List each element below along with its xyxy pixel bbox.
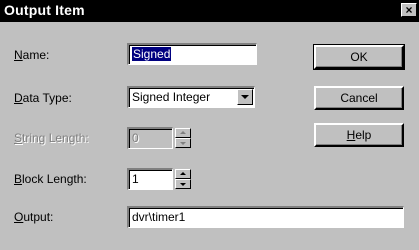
cancel-button[interactable]: Cancel bbox=[314, 86, 404, 110]
title-bar: Output Item × bbox=[0, 0, 419, 22]
help-button[interactable]: Help bbox=[314, 123, 404, 147]
block-length-value: 1 bbox=[132, 172, 139, 186]
block-length-label: Block Length: bbox=[14, 172, 87, 186]
ok-button[interactable]: OK bbox=[313, 44, 405, 70]
block-length-spinner[interactable] bbox=[175, 169, 191, 189]
string-length-spinner[interactable] bbox=[175, 128, 191, 148]
help-button-label: Help bbox=[346, 128, 372, 142]
cancel-button-label: Cancel bbox=[340, 91, 378, 105]
close-button[interactable]: × bbox=[401, 3, 417, 17]
string-length-input[interactable]: 0 bbox=[127, 127, 173, 149]
name-input-value: Signed bbox=[132, 47, 172, 61]
data-type-value: Signed Integer bbox=[132, 90, 211, 104]
spin-up-icon[interactable] bbox=[175, 169, 191, 179]
string-length-label: String Length: bbox=[14, 131, 89, 145]
output-input[interactable]: dvr\timer1 bbox=[127, 206, 404, 228]
spin-down-icon[interactable] bbox=[175, 179, 191, 189]
block-length-input[interactable]: 1 bbox=[127, 168, 173, 190]
close-icon: × bbox=[405, 3, 413, 17]
string-length-value: 0 bbox=[132, 131, 139, 145]
window-title: Output Item bbox=[4, 2, 85, 18]
output-input-value: dvr\timer1 bbox=[132, 210, 186, 224]
name-label: Name: bbox=[14, 48, 50, 62]
spin-down-icon[interactable] bbox=[175, 138, 191, 148]
data-type-select[interactable]: Signed Integer bbox=[127, 86, 255, 108]
ok-button-label: OK bbox=[350, 50, 368, 64]
name-input[interactable]: Signed bbox=[127, 43, 257, 65]
output-label: Output: bbox=[14, 210, 54, 224]
spin-up-icon[interactable] bbox=[175, 128, 191, 138]
data-type-label: Data Type: bbox=[14, 91, 72, 105]
chevron-down-icon[interactable] bbox=[237, 89, 253, 105]
